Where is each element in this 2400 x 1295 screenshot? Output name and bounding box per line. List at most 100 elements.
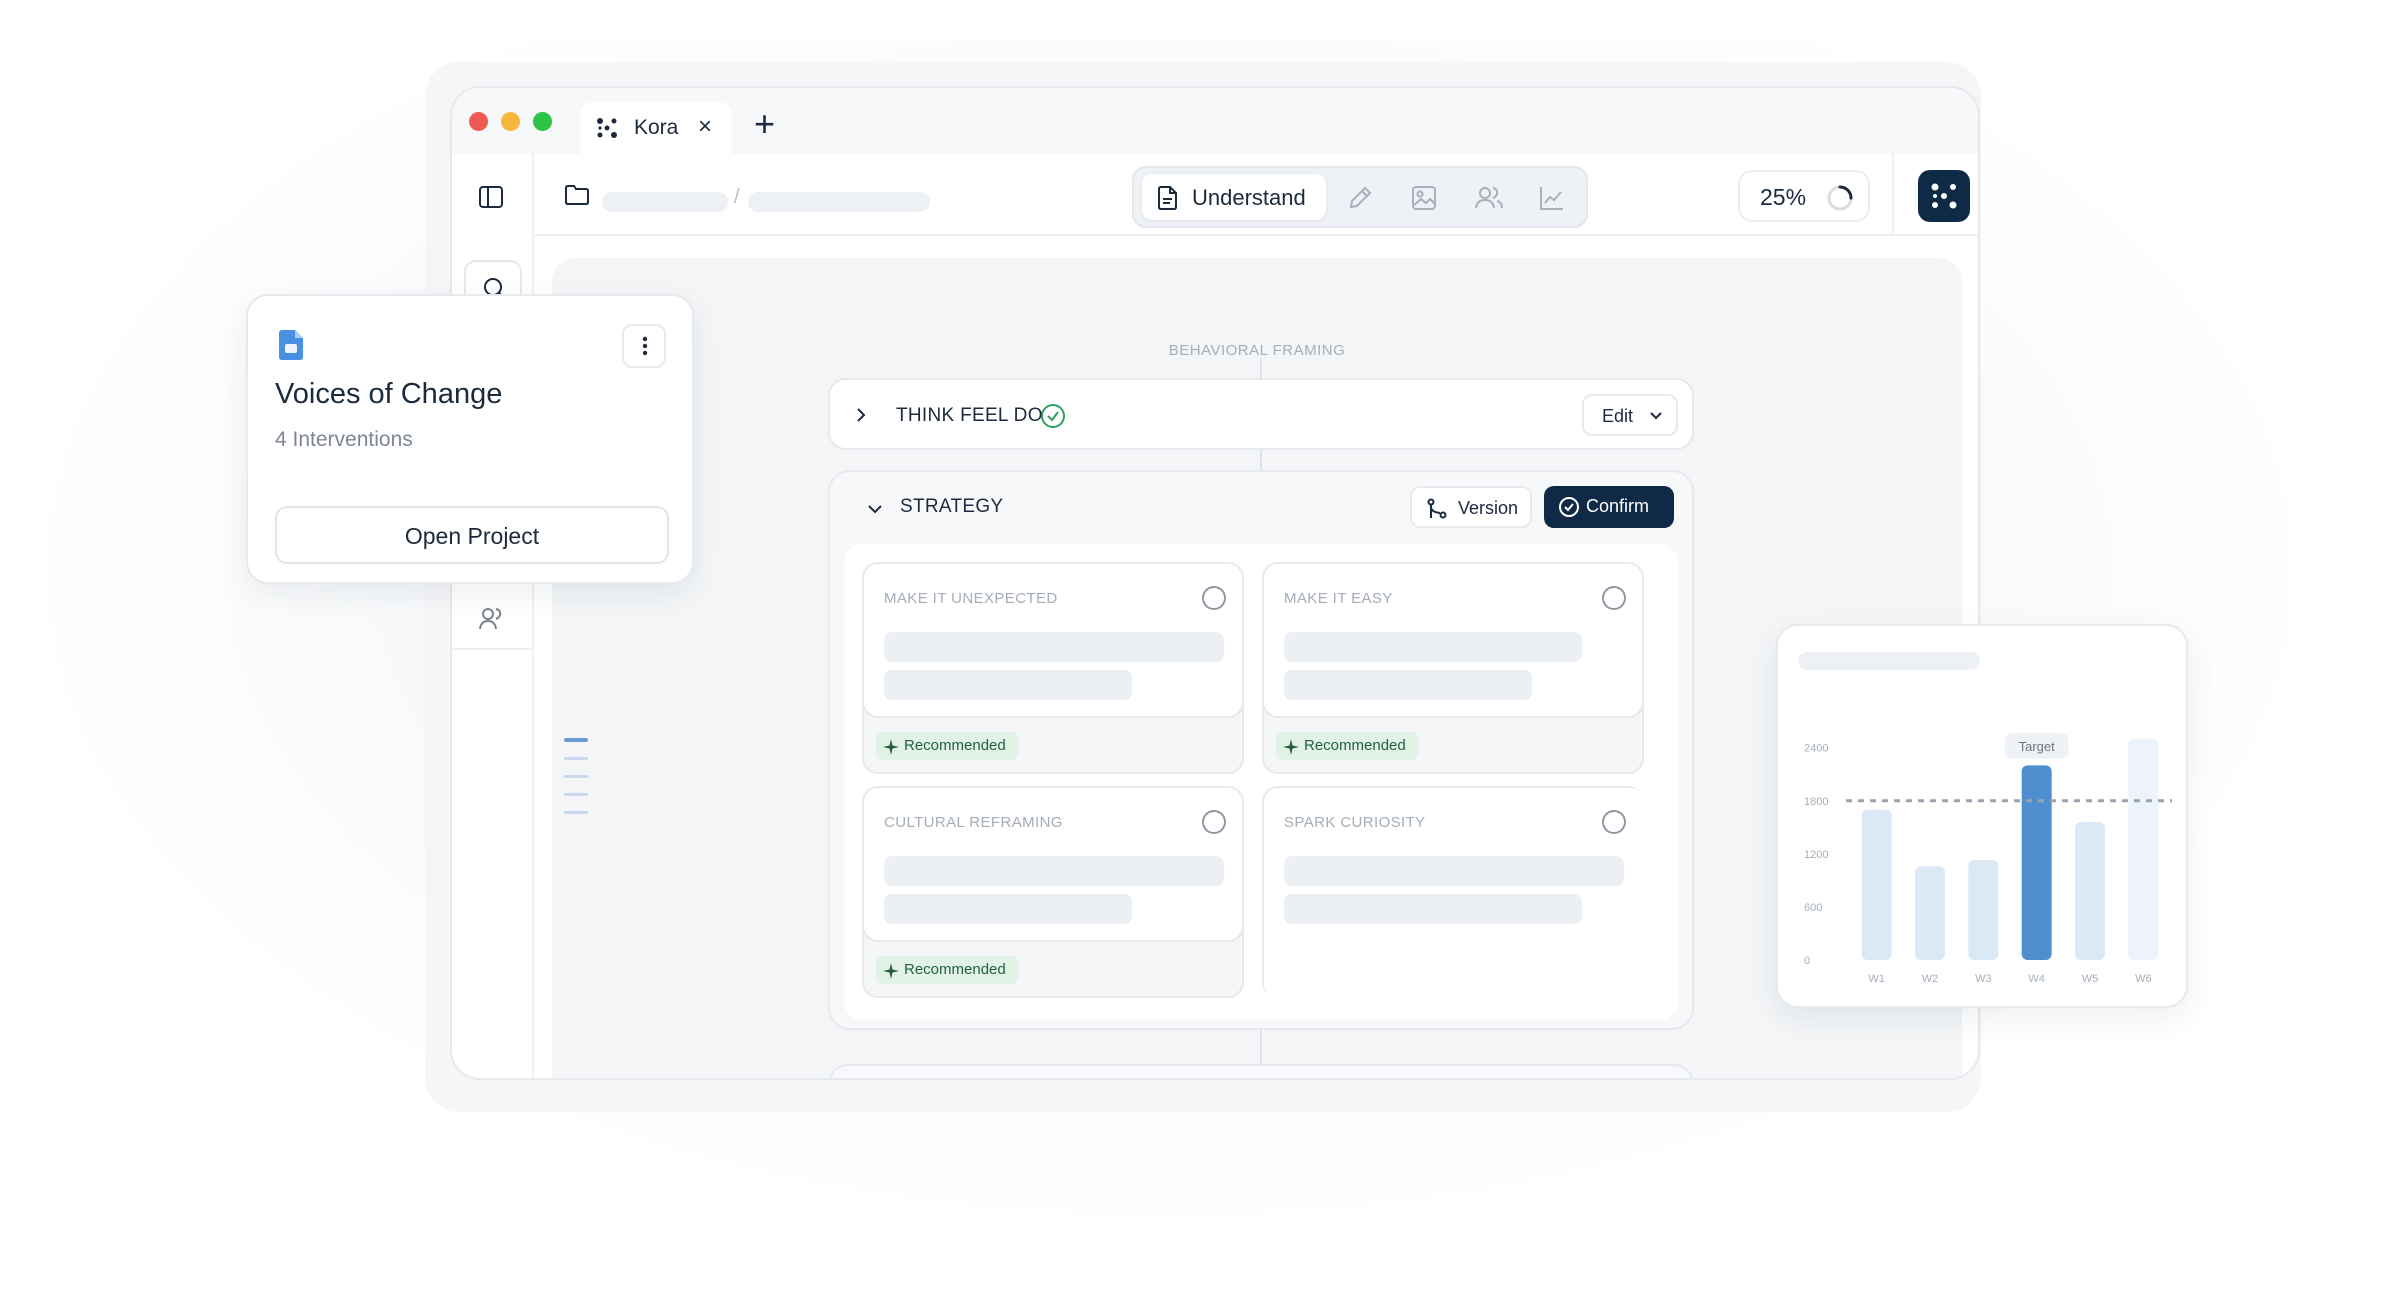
strategy-section: STRATEGY Version Confirm MAKE IT UNEXPEC…: [828, 470, 1694, 1030]
browser-tab[interactable]: Kora ×: [580, 102, 732, 154]
option-title: CULTURAL REFRAMING: [884, 814, 1063, 831]
option-title: SPARK CURIOSITY: [1284, 814, 1426, 831]
think-feel-do-card[interactable]: THINK FEEL DO Edit: [828, 378, 1694, 450]
more-options-button[interactable]: [622, 324, 666, 368]
y-tick-label: 1800: [1804, 796, 1828, 808]
close-window-button[interactable]: [469, 112, 488, 131]
sidebar-users-icon[interactable]: [478, 606, 506, 632]
sparkle-icon: [1283, 739, 1299, 755]
option-radio-button[interactable]: [1602, 586, 1626, 610]
target-label: Target: [2019, 739, 2056, 754]
strategy-title: STRATEGY: [900, 496, 1004, 517]
y-tick-label: 1200: [1804, 849, 1828, 861]
document-icon: [1158, 186, 1177, 210]
x-tick-label: W2: [1922, 973, 1939, 985]
app-window: Kora × + / Understand 25% BEHAVIORAL FRA…: [450, 86, 1980, 1080]
confirm-button[interactable]: Confirm: [1544, 486, 1674, 528]
recommended-badge: Recommended: [876, 956, 1018, 984]
confirm-label: Confirm: [1586, 496, 1650, 516]
more-vertical-icon: [642, 336, 648, 356]
flow-connector: [1260, 450, 1262, 470]
recommended-badge: Recommended: [1276, 732, 1418, 760]
strategy-option-card[interactable]: SPARK CURIOSITY: [1262, 786, 1646, 1000]
progress-indicator[interactable]: 25%: [1738, 170, 1870, 222]
strategy-options-grid: MAKE IT UNEXPECTED Recommended MAKE IT E…: [844, 544, 1678, 1020]
toolbar: / Understand 25%: [452, 154, 1978, 236]
x-tick-label: W6: [2135, 973, 2152, 985]
open-project-label: Open Project: [404, 523, 540, 549]
chevron-down-icon[interactable]: [866, 502, 884, 516]
x-tick-label: W4: [2028, 973, 2045, 985]
recommended-badge: Recommended: [876, 732, 1018, 760]
progress-ring-icon: [1827, 185, 1853, 211]
chevron-right-icon[interactable]: [854, 406, 868, 424]
users-icon[interactable]: [1474, 184, 1504, 212]
folder-icon[interactable]: [564, 184, 590, 206]
mode-understand-tab[interactable]: Understand: [1142, 174, 1326, 220]
strategy-option-card[interactable]: CULTURAL REFRAMING Recommended: [862, 786, 1244, 998]
breadcrumb-page-placeholder[interactable]: [748, 192, 930, 212]
kora-menu-button[interactable]: [1918, 170, 1970, 222]
check-circle-icon: [1559, 497, 1579, 517]
think-feel-do-title: THINK FEEL DO: [896, 405, 1043, 426]
badge-label: Recommended: [904, 737, 1006, 754]
skeleton-line: [1284, 894, 1582, 924]
new-tab-button[interactable]: +: [754, 106, 775, 142]
option-content: CULTURAL REFRAMING: [862, 786, 1244, 942]
line-chart-icon[interactable]: [1538, 184, 1566, 212]
skeleton-line: [1284, 632, 1582, 662]
option-radio-button[interactable]: [1202, 810, 1226, 834]
breadcrumb-project-placeholder[interactable]: [602, 192, 728, 212]
kora-logo-icon: [1931, 183, 1957, 209]
strategy-option-card[interactable]: MAKE IT EASY Recommended: [1262, 562, 1644, 774]
workspace-canvas: BEHAVIORAL FRAMING THINK FEEL DO Edit ST…: [552, 258, 1962, 1078]
next-section-card[interactable]: [828, 1064, 1694, 1078]
pencil-icon[interactable]: [1346, 184, 1374, 212]
edit-label: Edit: [1602, 406, 1634, 426]
image-icon[interactable]: [1410, 184, 1438, 212]
y-tick-label: 600: [1804, 902, 1822, 914]
sparkle-icon: [883, 963, 899, 979]
flow-connector: [1260, 358, 1262, 378]
y-tick-label: 2400: [1804, 743, 1828, 755]
bar: [1915, 866, 1945, 960]
project-title: Voices of Change: [275, 378, 503, 410]
option-title: MAKE IT EASY: [1284, 590, 1393, 607]
maximize-window-button[interactable]: [533, 112, 552, 131]
version-button[interactable]: Version: [1410, 486, 1532, 528]
version-label: Version: [1458, 498, 1519, 518]
sidebar-toggle-icon[interactable]: [478, 184, 504, 210]
mode-switcher: Understand: [1132, 166, 1588, 228]
toolbar-divider: [1892, 154, 1894, 236]
file-icon: [279, 330, 303, 360]
skeleton-line: [1284, 856, 1624, 886]
minimize-window-button[interactable]: [501, 112, 520, 131]
option-title: MAKE IT UNEXPECTED: [884, 590, 1058, 607]
bar: [1861, 809, 1892, 960]
document-outline[interactable]: [564, 738, 588, 829]
bar-chart: 0 600 1200 1800 2400 W1 W2 W3 W4 W5 W6 Target: [1804, 732, 2172, 985]
sidebar-divider: [452, 648, 532, 650]
progress-percent: 25%: [1760, 184, 1807, 210]
option-content: MAKE IT UNEXPECTED: [862, 562, 1244, 718]
mode-understand-label: Understand: [1192, 185, 1306, 210]
bar: [2021, 765, 2052, 960]
branch-icon: [1427, 498, 1447, 519]
tab-close-icon[interactable]: ×: [698, 113, 712, 141]
section-label: BEHAVIORAL FRAMING: [1168, 342, 1346, 359]
option-radio-button[interactable]: [1602, 810, 1626, 834]
skeleton-line: [884, 632, 1224, 662]
option-content: SPARK CURIOSITY: [1264, 788, 1646, 1000]
edit-dropdown-button[interactable]: Edit: [1582, 394, 1678, 436]
kora-logo-icon: [597, 118, 617, 138]
project-card: Voices of Change 4 Interventions Open Pr…: [246, 294, 694, 584]
bar: [1968, 860, 1999, 960]
bar: [2128, 738, 2159, 960]
project-subtitle: 4 Interventions: [275, 428, 413, 451]
option-content: MAKE IT EASY: [1262, 562, 1644, 718]
open-project-button[interactable]: Open Project: [275, 506, 669, 564]
option-radio-button[interactable]: [1202, 586, 1226, 610]
strategy-option-card[interactable]: MAKE IT UNEXPECTED Recommended: [862, 562, 1244, 774]
skeleton-line: [884, 670, 1132, 700]
y-tick-label: 0: [1804, 955, 1810, 967]
